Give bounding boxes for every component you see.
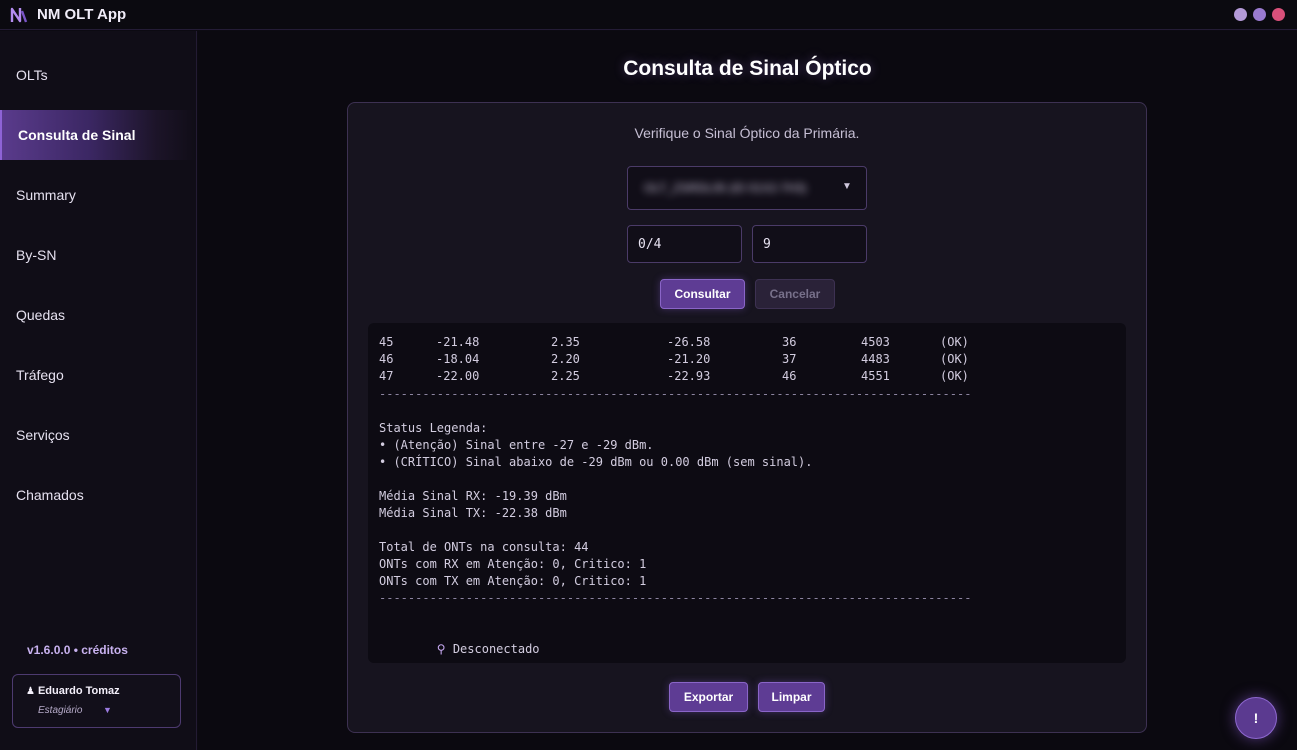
query-output-console[interactable]: 45 -21.48 2.35 -26.58 36 4503 (OK) 46 -1…	[368, 323, 1126, 663]
distance: 4551	[861, 369, 890, 383]
olt-rx: -26.58	[667, 335, 711, 349]
user-icon: ♟	[26, 686, 35, 697]
cancelar-button[interactable]: Cancelar	[755, 279, 835, 309]
sidebar-item-label: Summary	[16, 187, 76, 203]
sidebar-item-summary[interactable]: Summary	[0, 170, 196, 220]
legend-title: Status Legenda:	[379, 421, 488, 435]
output-divider: ----------------------------------------…	[379, 591, 972, 605]
close-button[interactable]	[1272, 8, 1285, 21]
average-rx: Média Sinal RX: -19.39 dBm	[379, 489, 567, 503]
sidebar: OLTs Consulta de Sinal Summary By-SN Que…	[0, 31, 197, 750]
user-role: Estagiário	[38, 705, 83, 716]
sidebar-item-by-sn[interactable]: By-SN	[0, 230, 196, 280]
limpar-button[interactable]: Limpar	[758, 682, 825, 712]
pon-port-input[interactable]	[627, 225, 742, 263]
chevron-down-icon: ▼	[842, 181, 852, 192]
tx-summary: ONTs com TX em Atenção: 0, Critico: 1	[379, 574, 647, 588]
ont-id: 45	[379, 335, 394, 349]
sidebar-item-label: OLTs	[16, 67, 48, 83]
sidebar-item-label: Consulta de Sinal	[18, 127, 136, 143]
total-onts: Total de ONTs na consulta: 44	[379, 540, 589, 554]
sidebar-item-servicos[interactable]: Serviços	[0, 410, 196, 460]
sidebar-item-trafego[interactable]: Tráfego	[0, 350, 196, 400]
output-row: 45 -21.48 2.35 -26.58 36 4503 (OK)	[379, 335, 1119, 352]
ont-rx: -22.00	[436, 369, 480, 383]
legend-critical: • (CRÍTICO) Sinal abaixo de -29 dBm ou 0…	[379, 455, 813, 469]
legend-attention: • (Atenção) Sinal entre -27 e -29 dBm.	[379, 438, 654, 452]
olt-rx: -21.20	[667, 352, 711, 366]
status: (OK)	[940, 369, 969, 383]
distance: 4503	[861, 335, 890, 349]
output-divider: ----------------------------------------…	[379, 387, 972, 401]
ont-rx: -18.04	[436, 352, 480, 366]
minimize-button[interactable]	[1234, 8, 1247, 21]
maximize-button[interactable]	[1253, 8, 1266, 21]
ont-id: 46	[379, 352, 394, 366]
user-name-row: ♟ Eduardo Tomaz	[26, 685, 120, 697]
average-tx: Média Sinal TX: -22.38 dBm	[379, 506, 567, 520]
consultar-button[interactable]: Consultar	[660, 279, 745, 309]
temperature: 36	[782, 335, 797, 349]
sidebar-item-consulta-de-sinal[interactable]: Consulta de Sinal	[0, 110, 196, 160]
ont-tx: 2.20	[551, 352, 580, 366]
version-credits-link[interactable]: v1.6.0.0 • créditos	[27, 643, 128, 657]
main-content: Consulta de Sinal Óptico Verifique o Sin…	[198, 31, 1297, 750]
ont-id: 47	[379, 369, 394, 383]
output-row: 47 -22.00 2.25 -22.93 46 4551 (OK)	[379, 369, 1119, 386]
sidebar-item-label: Serviços	[16, 427, 70, 443]
sidebar-item-chamados[interactable]: Chamados	[0, 470, 196, 520]
user-name: Eduardo Tomaz	[37, 685, 120, 697]
connection-status: Desconectado	[452, 642, 540, 656]
olt-select[interactable]: OLT_ZSRDL05 (ID 01X2-7H3) ▼	[627, 166, 867, 210]
status: (OK)	[940, 352, 969, 366]
sidebar-item-olts[interactable]: OLTs	[0, 50, 196, 100]
output-row: 46 -18.04 2.20 -21.20 37 4483 (OK)	[379, 352, 1119, 369]
page-title: Consulta de Sinal Óptico	[623, 57, 872, 80]
connection-status-row: ⚲ Desconectado	[379, 624, 540, 656]
sidebar-item-label: By-SN	[16, 247, 57, 263]
sidebar-item-label: Tráfego	[16, 367, 64, 383]
plug-icon: ⚲	[436, 642, 446, 656]
panel-subtitle: Verifique o Sinal Óptico da Primária.	[634, 125, 860, 141]
rx-summary: ONTs com RX em Atenção: 0, Critico: 1	[379, 557, 647, 571]
distance: 4483	[861, 352, 890, 366]
title-bar: NM OLT App	[0, 0, 1297, 30]
app-logo-icon	[10, 7, 28, 23]
user-menu[interactable]: ♟ Eduardo Tomaz Estagiário ▼	[12, 674, 181, 728]
sidebar-item-label: Quedas	[16, 307, 66, 323]
ont-tx: 2.25	[551, 369, 580, 383]
app-title: NM OLT App	[37, 6, 127, 23]
ont-id-input[interactable]	[752, 225, 867, 263]
signal-query-panel: Verifique o Sinal Óptico da Primária. OL…	[347, 102, 1147, 733]
temperature: 37	[782, 352, 797, 366]
olt-rx: -22.93	[667, 369, 711, 383]
ont-rx: -21.48	[436, 335, 480, 349]
exportar-button[interactable]: Exportar	[669, 682, 748, 712]
temperature: 46	[782, 369, 797, 383]
chevron-down-icon[interactable]: ▼	[103, 705, 112, 715]
help-button[interactable]: !	[1235, 697, 1277, 739]
sidebar-item-quedas[interactable]: Quedas	[0, 290, 196, 340]
ont-tx: 2.35	[551, 335, 580, 349]
olt-select-value: OLT_ZSRDL05 (ID 01X2-7H3)	[644, 181, 807, 195]
status: (OK)	[940, 335, 969, 349]
sidebar-item-label: Chamados	[16, 487, 84, 503]
